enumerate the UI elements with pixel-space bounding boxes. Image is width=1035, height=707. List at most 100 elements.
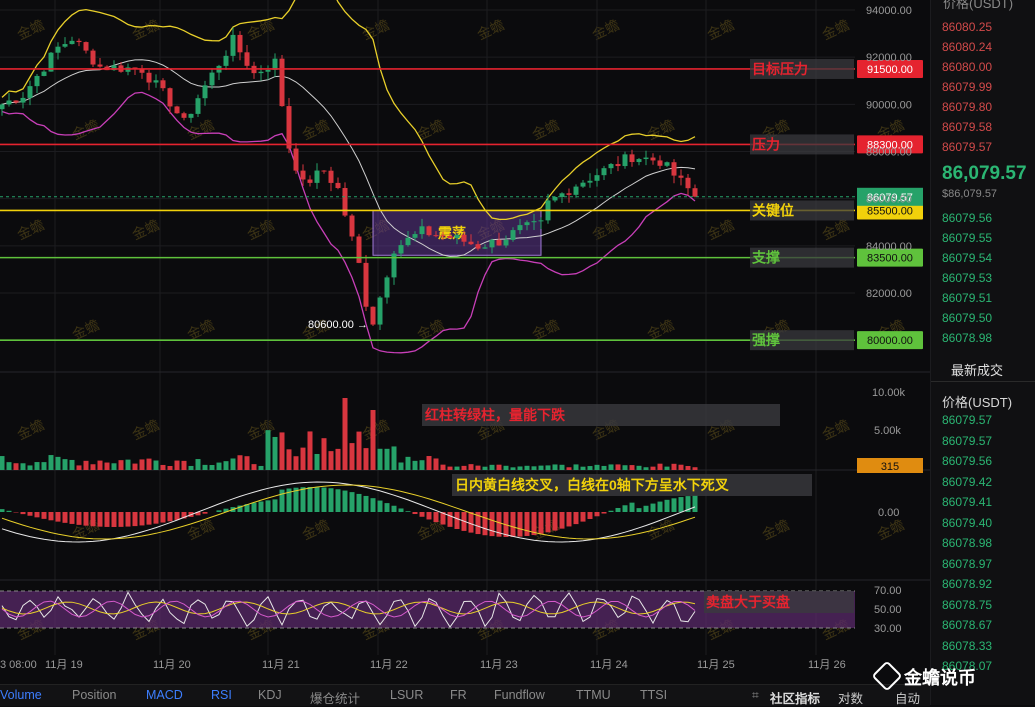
rsi-layer: 70.0050.0030.00卖盘大于买盘: [0, 585, 902, 635]
price-row[interactable]: 86080.25: [942, 20, 992, 34]
auto-scale-button[interactable]: 自动: [895, 688, 920, 707]
price-row[interactable]: 86079.51: [942, 291, 992, 305]
indicator-tab[interactable]: LSUR: [390, 688, 423, 702]
watermark-layer: 金蟾金蟾金蟾金蟾金蟾金蟾金蟾金蟾金蟾金蟾金蟾金蟾金蟾金蟾金蟾金蟾金蟾金蟾金蟾金蟾…: [15, 16, 907, 642]
price-row[interactable]: 86079.54: [942, 251, 992, 265]
watermark-text: 金蟾: [705, 216, 737, 242]
price-row[interactable]: 86078.98: [942, 331, 992, 345]
indicator-tab[interactable]: KDJ: [258, 688, 282, 702]
price-tick-label: 94000.00: [866, 5, 912, 17]
volume-bar: [224, 461, 229, 470]
price-row[interactable]: 86079.58: [942, 120, 992, 134]
volume-bar: [539, 466, 544, 470]
candle-body: [609, 164, 614, 168]
price-row[interactable]: 86079.57: [942, 140, 992, 154]
candle-body: [175, 106, 180, 113]
candle-body: [245, 52, 250, 66]
price-row[interactable]: 86079.80: [942, 100, 992, 114]
candle-body: [259, 72, 264, 73]
volume-bar: [665, 467, 670, 470]
candle-body: [357, 236, 362, 262]
price-row[interactable]: 86078.67: [942, 618, 992, 632]
candle-body: [427, 226, 432, 235]
candle-body: [385, 277, 390, 297]
price-chart[interactable]: 金蟾金蟾金蟾金蟾金蟾金蟾金蟾金蟾金蟾金蟾金蟾金蟾金蟾金蟾金蟾金蟾金蟾金蟾金蟾金蟾…: [0, 0, 930, 684]
price-row[interactable]: 86079.42: [942, 475, 992, 489]
volume-bar: [280, 432, 285, 470]
candle-body: [287, 106, 292, 148]
macd-hist-bar: [560, 512, 565, 529]
indicator-tab[interactable]: Position: [72, 688, 116, 702]
price-row[interactable]: 86079.99: [942, 80, 992, 94]
candle-body: [70, 41, 75, 44]
candle-body: [574, 187, 579, 195]
macd-hist-bar: [308, 487, 313, 512]
macd-hist-bar: [525, 512, 530, 536]
candle-body: [14, 100, 19, 102]
price-row[interactable]: 86079.57: [942, 413, 992, 427]
community-indicators-button[interactable]: 社区指标: [770, 688, 820, 707]
candle-body: [616, 164, 621, 166]
volume-bar: [434, 458, 439, 470]
macd-hist-bar: [658, 502, 663, 512]
price-row[interactable]: 86080.24: [942, 40, 992, 54]
candle-body: [441, 235, 446, 236]
price-line-layer: 目标压力91500.00压力88300.00关键位85500.00支撑83500…: [0, 59, 923, 350]
community-icon[interactable]: ⌗: [752, 688, 759, 703]
macd-hist-bar: [112, 512, 117, 527]
price-row[interactable]: 86078.98: [942, 536, 992, 550]
indicator-tab[interactable]: TTMU: [576, 688, 611, 702]
price-row[interactable]: 86079.40: [942, 516, 992, 530]
rsi-tick-label: 50.00: [874, 604, 902, 616]
band-layer: [2, 0, 695, 353]
volume-bar: [301, 448, 306, 470]
volume-bar: [217, 463, 222, 470]
indicator-tab[interactable]: RSI: [211, 688, 232, 702]
price-row[interactable]: 86079.57: [942, 434, 992, 448]
log-scale-button[interactable]: 对数: [838, 688, 863, 707]
price-row[interactable]: 86079.53: [942, 271, 992, 285]
candle-body: [406, 238, 411, 245]
macd-hist-bar: [392, 506, 397, 512]
order-book-header: 价格(USDT): [943, 0, 1013, 12]
last-price-big[interactable]: 86,079.57: [942, 163, 1027, 185]
macd-hist-bar: [0, 509, 5, 512]
price-row[interactable]: 86078.75: [942, 598, 992, 612]
price-row[interactable]: 86079.56: [942, 211, 992, 225]
volume-bar: [49, 455, 54, 470]
price-row[interactable]: 86079.55: [942, 231, 992, 245]
candle-body: [35, 76, 40, 86]
indicator-tab[interactable]: 爆仓统计: [310, 688, 360, 707]
indicator-tab[interactable]: Volume: [0, 688, 42, 702]
candle-body: [182, 113, 187, 118]
macd-hist-bar: [399, 508, 404, 512]
order-book-panel: 价格(USDT) 86080.25 86080.24 86080.00 86079.9…: [930, 0, 1035, 705]
price-row[interactable]: 86079.50: [942, 311, 992, 325]
price-row[interactable]: 86078.92: [942, 577, 992, 591]
indicator-tab[interactable]: Fundflow: [494, 688, 545, 702]
price-line-note: 支撑: [751, 250, 780, 266]
price-row[interactable]: 86080.00: [942, 60, 992, 74]
price-row[interactable]: 86079.56: [942, 454, 992, 468]
candle-body: [378, 298, 383, 325]
indicator-tab[interactable]: FR: [450, 688, 467, 702]
candle-body: [567, 193, 572, 195]
volume-bar: [623, 465, 628, 470]
macd-hist-bar: [651, 504, 656, 512]
indicator-tab[interactable]: MACD: [146, 688, 183, 702]
indicator-tab[interactable]: TTSI: [640, 688, 667, 702]
price-row[interactable]: 86078.33: [942, 639, 992, 653]
price-row[interactable]: 86079.41: [942, 495, 992, 509]
price-row[interactable]: 86078.97: [942, 557, 992, 571]
volume-bar: [28, 465, 33, 470]
watermark-text: 金蟾: [300, 516, 332, 542]
watermark-text: 金蟾: [15, 16, 47, 42]
rsi-tick-label: 70.00: [874, 585, 902, 597]
trades-title[interactable]: 最新成交: [951, 360, 1003, 379]
volume-bar: [266, 430, 271, 470]
watermark-text: 金蟾: [590, 216, 622, 242]
candle-body: [644, 158, 649, 159]
macd-hist-bar: [672, 498, 677, 512]
volume-bar: [427, 456, 432, 470]
macd-hist-bar: [406, 511, 411, 512]
